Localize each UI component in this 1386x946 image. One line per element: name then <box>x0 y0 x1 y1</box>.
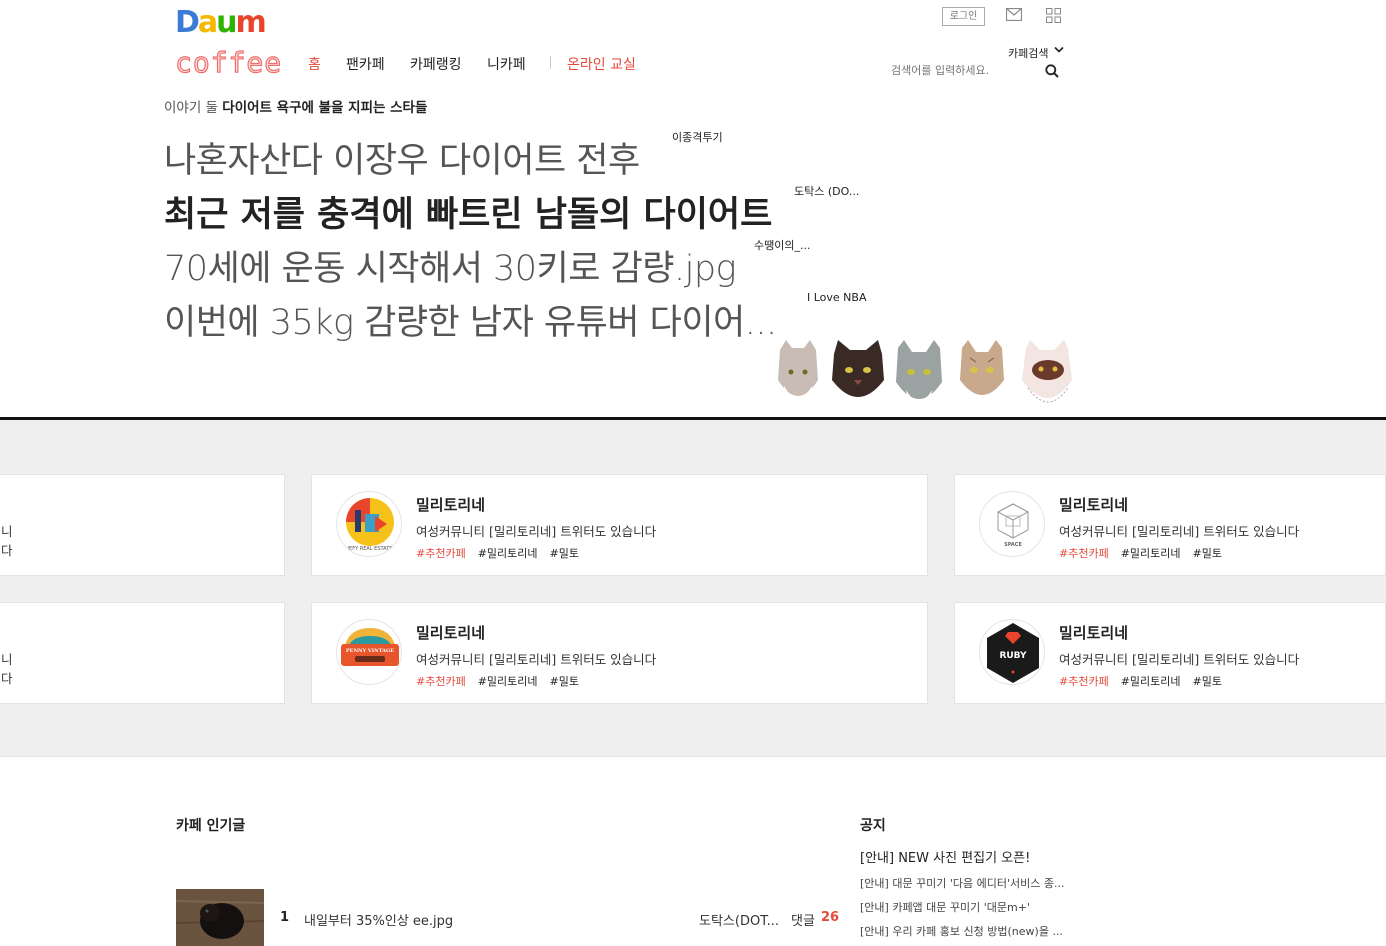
cafe-thumbnail: IEFY REAL ESTATE <box>336 491 402 557</box>
cafe-tag[interactable]: #밀토 <box>550 547 579 560</box>
cafe-name[interactable]: 밀리토리네 <box>1059 622 1128 643</box>
post-title[interactable]: 내일부터 35%인상 ee.jpg <box>304 910 453 929</box>
cafe-coffee-logo[interactable]: coffee <box>174 45 282 79</box>
cafe-tag[interactable]: #추천카페 <box>1059 675 1109 688</box>
nav-cafe-ranking[interactable]: 카페랭킹 <box>410 54 462 74</box>
headline-1-author[interactable]: 이종격투기 <box>672 129 723 145</box>
nav-home[interactable]: 홈 <box>308 54 321 74</box>
mail-icon[interactable] <box>1006 8 1022 21</box>
cafe-card-desc: 니다 <box>1 652 13 686</box>
cats-illustration <box>778 340 1072 408</box>
cafe-desc: 여성커뮤니티 [밀리토리네] 트위터도 있습니다 <box>416 652 657 667</box>
svg-text:RUBY: RUBY <box>999 651 1027 661</box>
chevron-down-icon[interactable] <box>1054 46 1064 54</box>
search-type-select[interactable]: 카페검색 <box>1008 45 1048 61</box>
headline-2-author[interactable]: 도탁스 (DO... <box>794 183 859 199</box>
apps-grid-icon[interactable] <box>1046 8 1061 23</box>
login-button[interactable]: 로그인 <box>942 7 985 26</box>
cafe-card-partial[interactable]: 니다 <box>0 474 285 576</box>
post-author[interactable]: 도탁스(DOT... <box>699 910 779 929</box>
cafe-tag[interactable]: #추천카페 <box>416 675 466 688</box>
notice-item[interactable]: [안내] 우리 카페 홍보 신청 방법(new)을 ... <box>860 923 1063 939</box>
headline-4-author[interactable]: I Love NBA <box>807 291 866 304</box>
headline-1[interactable]: 나혼자산다 이장우 다이어트 전후 <box>164 132 640 183</box>
cafe-tag[interactable]: #밀리토리네 <box>1121 675 1181 688</box>
notice-title: 공지 <box>860 818 886 834</box>
cafe-tag[interactable]: #추천카페 <box>416 547 466 560</box>
cafe-thumbnail: PENNY VINTAGE <box>336 619 402 685</box>
cafe-tag[interactable]: #밀리토리네 <box>478 675 538 688</box>
nav-online-class[interactable]: 온라인 교실 <box>567 54 636 74</box>
comment-count[interactable]: 26 <box>821 910 839 925</box>
cafe-tags: #추천카페 #밀리토리네 #밀토 <box>1059 673 1234 689</box>
cafe-card-desc: 니다 <box>1 524 13 558</box>
cafe-desc: 여성커뮤니티 [밀리토리네] 트위터도 있습니다 <box>1059 524 1300 539</box>
headline-4[interactable]: 이번에 35kg 감량한 남자 유튜버 다이어... <box>164 294 777 345</box>
cafe-card-partial[interactable]: 니다 <box>0 602 285 704</box>
notice-main-item[interactable]: [안내] NEW 사진 편집기 오픈! <box>860 847 1030 866</box>
notice-item[interactable]: [안내] 대문 꾸미기 '다음 에디터'서비스 종... <box>860 875 1065 891</box>
comment-label: 댓글 <box>791 914 815 929</box>
cafe-desc: 여성커뮤니티 [밀리토리네] 트위터도 있습니다 <box>416 524 657 539</box>
cafe-tag[interactable]: #밀리토리네 <box>478 547 538 560</box>
nav-my-cafe[interactable]: 니카페 <box>487 54 526 74</box>
search-icon[interactable] <box>1045 64 1059 78</box>
cafe-card[interactable]: PENNY VINTAGE 밀리토리네 여성커뮤니티 [밀리토리네] 트위터도 … <box>311 602 928 704</box>
svg-text:IEFY REAL ESTATE: IEFY REAL ESTATE <box>348 546 393 552</box>
story-label: 이야기 둘 다이어트 욕구에 불을 지피는 스타들 <box>164 100 428 116</box>
svg-text:SPACE: SPACE <box>1004 542 1022 548</box>
cafe-tags: #추천카페 #밀리토리네 #밀토 <box>416 673 591 689</box>
cafe-card[interactable]: SPACE 밀리토리네 여성커뮤니티 [밀리토리네] 트위터도 있습니다 #추천… <box>954 474 1386 576</box>
post-rank: 1 <box>280 910 290 925</box>
cafe-tag[interactable]: #밀토 <box>1193 675 1222 688</box>
nav-separator <box>550 56 551 69</box>
search-input[interactable] <box>891 64 1031 77</box>
cafe-tags: #추천카페 #밀리토리네 #밀토 <box>1059 545 1234 561</box>
cafe-name[interactable]: 밀리토리네 <box>416 494 485 515</box>
cafe-card[interactable]: RUBY 밀리토리네 여성커뮤니티 [밀리토리네] 트위터도 있습니다 #추천카… <box>954 602 1386 704</box>
cafe-tag[interactable]: #밀토 <box>550 675 579 688</box>
header-section: Daum coffee 홈 팬카페 카페랭킹 니카페 온라인 교실 로그인 카페… <box>0 0 1386 420</box>
cafe-card[interactable]: IEFY REAL ESTATE 밀리토리네 여성커뮤니티 [밀리토리네] 트위… <box>311 474 928 576</box>
cafe-name[interactable]: 밀리토리네 <box>1059 494 1128 515</box>
cafe-thumbnail: SPACE <box>979 491 1045 557</box>
bottom-section: 카페 인기글 1 내일부터 35%인상 ee.jpg 도탁스(DOT... 댓글… <box>0 758 1386 946</box>
post-thumbnail[interactable] <box>176 889 264 946</box>
daum-logo[interactable]: Daum <box>175 5 267 40</box>
cafe-tags: #추천카페 #밀리토리네 #밀토 <box>416 545 591 561</box>
popular-posts-title: 카페 인기글 <box>176 818 246 834</box>
cafe-name[interactable]: 밀리토리네 <box>416 622 485 643</box>
svg-text:PENNY VINTAGE: PENNY VINTAGE <box>346 648 394 654</box>
cafe-tag[interactable]: #밀토 <box>1193 547 1222 560</box>
cafe-thumbnail: RUBY <box>979 619 1045 685</box>
nav-fancafe[interactable]: 팬카페 <box>346 54 385 74</box>
notice-item[interactable]: [안내] 카페앱 대문 꾸미기 '대문m+' <box>860 899 1030 915</box>
cafe-desc: 여성커뮤니티 [밀리토리네] 트위터도 있습니다 <box>1059 652 1300 667</box>
headline-2[interactable]: 최근 저를 충격에 빠트린 남돌의 다이어트 <box>164 186 772 237</box>
headline-3-author[interactable]: 수땡이의_... <box>754 237 810 253</box>
headline-3[interactable]: 70세에 운동 시작해서 30키로 감량.jpg <box>164 240 737 291</box>
recommended-cafes-section: 니다 니다 IEFY REAL ESTATE 밀리토리네 여성커뮤니티 [밀리토… <box>0 420 1386 757</box>
cafe-tag[interactable]: #추천카페 <box>1059 547 1109 560</box>
cafe-tag[interactable]: #밀리토리네 <box>1121 547 1181 560</box>
